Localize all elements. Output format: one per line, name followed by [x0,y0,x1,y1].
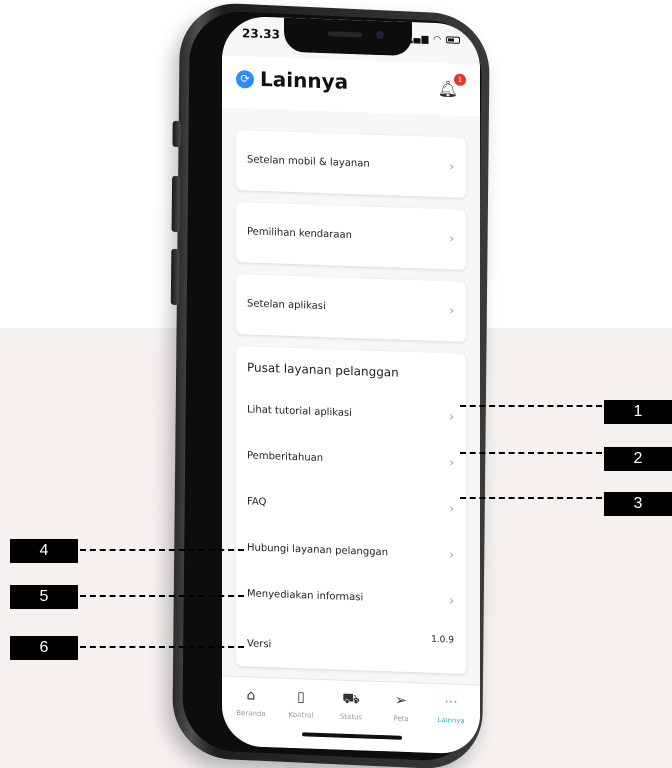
nav-label: Lainnya [437,716,465,725]
home-icon: ⌂ [246,687,256,704]
version-row: Versi 1.0.9 [236,618,466,670]
support-item-label: Hubungi layanan pelanggan [247,542,389,559]
support-item-label: Menyediakan informasi [247,588,364,604]
callout-5: 5 [10,585,78,609]
car-icon: ⛟ [342,690,360,708]
callout-1: 1 [604,400,672,424]
menu-card-label: Setelan mobil & layanan [247,154,370,170]
menu-card-car-settings[interactable]: Setelan mobil & layanan › [236,129,466,199]
nav-label: Status [339,712,363,722]
support-title: Pusat layanan pelanggan [247,360,399,380]
chevron-right-icon: › [449,409,454,424]
nav-item-status[interactable]: ⛟ Status [326,690,376,722]
callout-line-6 [80,646,244,648]
volume-down-button [170,248,180,306]
support-item-label: FAQ [247,496,267,509]
support-item-faq[interactable]: FAQ › [236,480,466,532]
status-icons: ▂▄▆ ◠ [406,34,460,46]
nav-label: Peta [393,714,409,724]
menu-card-vehicle-selection[interactable]: Pemilihan kendaraan › [236,201,466,271]
support-card: Pusat layanan pelanggan Lihat tutorial a… [236,345,466,675]
bottom-nav: ⌂ Beranda ▯ Kontrol ⛟ Status ➢ Peta ··· … [222,675,480,755]
nav-item-peta[interactable]: ➢ Peta [376,692,426,724]
support-item-provide-info[interactable]: Menyediakan informasi › [236,572,466,624]
nav-item-beranda[interactable]: ⌂ Beranda [226,687,276,719]
speaker [328,31,362,38]
support-item-label: Lihat tutorial aplikasi [247,404,352,420]
mute-switch [172,120,181,148]
app-header: ⟳ Lainnya 🔔︎ 1 [222,55,480,117]
callout-2: 2 [604,447,672,471]
battery-icon [446,36,460,44]
wifi-icon: ◠ [433,34,443,46]
notch [284,17,412,57]
camera [376,30,384,40]
chevron-right-icon: › [449,547,454,562]
navigation-icon: ➢ [395,692,407,709]
support-item-tutorial[interactable]: Lihat tutorial aplikasi › [236,388,466,440]
callout-6: 6 [10,636,78,660]
menu-card-app-settings[interactable]: Setelan aplikasi › [236,273,466,343]
callout-3: 3 [604,492,672,516]
support-item-label: Pemberitahuan [247,450,324,465]
chevron-right-icon: › [449,501,454,516]
chevron-right-icon: › [449,303,454,318]
nav-item-kontrol[interactable]: ▯ Kontrol [276,688,326,720]
chevron-right-icon: › [449,159,454,174]
page-title: Lainnya [260,66,349,94]
app-logo-icon: ⟳ [236,69,254,89]
callout-line-1 [460,405,602,407]
callout-line-2 [460,452,602,454]
callout-4: 4 [10,539,78,563]
callout-line-3 [460,497,602,499]
chevron-right-icon: › [449,593,454,608]
nav-label: Beranda [236,708,266,719]
support-item-notifications[interactable]: Pemberitahuan › [236,434,466,486]
nav-item-lainnya[interactable]: ··· Lainnya [426,694,476,726]
version-label: Versi [247,638,272,651]
status-time: 23.33 [242,26,280,42]
nav-label: Kontrol [288,710,314,720]
callout-line-5 [80,595,244,597]
menu-card-label: Setelan aplikasi [247,298,326,313]
phone-screen: 23.33 ▂▄▆ ◠ ⟳ Lainnya 🔔︎ 1 Setelan mobil… [222,15,480,755]
remote-icon: ▯ [297,689,305,706]
version-value: 1.0.9 [431,634,454,646]
chevron-right-icon: › [449,455,454,470]
menu-card-label: Pemilihan kendaraan [247,226,352,242]
chevron-right-icon: › [449,231,454,246]
support-item-contact[interactable]: Hubungi layanan pelanggan › [236,526,466,578]
more-icon: ··· [444,694,458,711]
volume-up-button [171,175,181,233]
callout-line-4 [80,549,244,551]
notification-badge: 1 [454,73,466,87]
